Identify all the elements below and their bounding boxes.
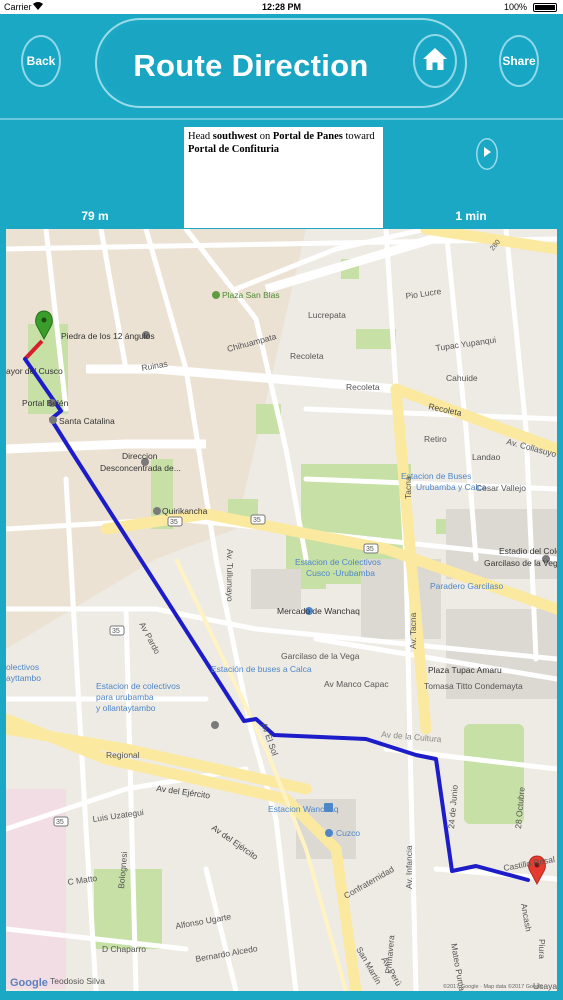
shield-35: 35 <box>170 519 178 526</box>
step-distance: 79 m <box>81 209 109 223</box>
page-title: Route Direction <box>133 48 369 83</box>
svg-text:Retiro: Retiro <box>424 434 447 444</box>
svg-text:Plaza Tupac Amaru: Plaza Tupac Amaru <box>428 665 502 675</box>
svg-text:Recoleta: Recoleta <box>346 382 380 392</box>
svg-text:Landao: Landao <box>472 452 501 462</box>
svg-text:Av Manco Capac: Av Manco Capac <box>324 679 389 689</box>
title-pill: Route Direction <box>95 18 467 108</box>
svg-text:Direccion: Direccion <box>122 451 158 461</box>
share-label: Share <box>502 54 536 68</box>
share-button[interactable]: Share <box>499 35 539 87</box>
svg-text:Estacion de colectivos: Estacion de colectivos <box>96 681 180 691</box>
direction-bar: 79 m Head southwest on Portal de Panes t… <box>0 118 563 229</box>
svg-text:Estacion Wanchaq: Estacion Wanchaq <box>268 804 339 814</box>
svg-text:D Chaparro: D Chaparro <box>102 944 146 954</box>
svg-text:Teodosio Silva: Teodosio Silva <box>50 976 105 986</box>
back-label: Back <box>26 54 56 68</box>
battery-percent: 100% <box>503 2 527 12</box>
svg-text:olectivos: olectivos <box>6 662 39 672</box>
header: Back Route Direction Share <box>0 14 563 118</box>
svg-text:Cesar Vallejo: Cesar Vallejo <box>476 483 526 493</box>
svg-text:Mercado de Wanchaq: Mercado de Wanchaq <box>277 606 360 616</box>
svg-text:Regional: Regional <box>106 750 140 760</box>
shield-35: 35 <box>112 628 120 635</box>
play-icon <box>482 145 492 163</box>
svg-text:Quirikancha: Quirikancha <box>162 506 208 516</box>
svg-text:y ollantaytambo: y ollantaytambo <box>96 703 156 713</box>
svg-text:Plaza San Blas: Plaza San Blas <box>222 290 280 300</box>
shield-35: 35 <box>56 819 64 826</box>
svg-text:Estadio del Colegio: Estadio del Colegio <box>499 546 557 556</box>
status-bar: Carrier 12:28 PM 100% <box>0 0 563 14</box>
direction-instruction: Head southwest on Portal de Panes toward… <box>184 127 383 228</box>
svg-text:Cusco -Urubamba: Cusco -Urubamba <box>306 568 375 578</box>
bottom-border <box>0 991 563 1000</box>
svg-text:Cuzco: Cuzco <box>336 828 360 838</box>
svg-text:ayttambo: ayttambo <box>6 673 41 683</box>
svg-text:Piura: Piura <box>537 939 547 959</box>
svg-text:Recoleta: Recoleta <box>290 351 324 361</box>
battery-icon <box>533 3 557 12</box>
next-step-button[interactable] <box>476 138 498 170</box>
svg-text:Lucrepata: Lucrepata <box>308 310 346 320</box>
svg-text:Garcilaso de la Vega: Garcilaso de la Vega <box>281 651 360 661</box>
shield-35: 35 <box>253 517 261 524</box>
back-button[interactable]: Back <box>21 35 61 87</box>
svg-text:Tacna: Tacna <box>403 476 413 499</box>
map-canvas: 35 35 35 35 35 280 Plaza San Blas Piedra… <box>6 229 557 991</box>
svg-text:Av. Infancia: Av. Infancia <box>404 845 414 889</box>
map-view[interactable]: 35 35 35 35 35 280 Plaza San Blas Piedra… <box>6 229 557 991</box>
svg-text:Desconcentrada de...: Desconcentrada de... <box>100 463 181 473</box>
map-copyright: ©2017 Google · Map data ©2017 Google <box>443 983 543 990</box>
home-button[interactable] <box>413 34 457 88</box>
svg-text:Estación de buses a Calca: Estación de buses a Calca <box>211 664 312 674</box>
svg-text:para urubamba: para urubamba <box>96 692 154 702</box>
svg-text:Av. Tacna: Av. Tacna <box>408 612 418 649</box>
shield-35: 35 <box>366 546 374 553</box>
svg-text:Estacion de Colectivos: Estacion de Colectivos <box>295 557 381 567</box>
svg-text:Paradero Garcilaso: Paradero Garcilaso <box>430 581 504 591</box>
status-time: 12:28 PM <box>261 2 302 12</box>
svg-text:Santa Catalina: Santa Catalina <box>59 416 115 426</box>
svg-text:Portal Belén: Portal Belén <box>22 398 69 408</box>
svg-text:Cahuide: Cahuide <box>446 373 478 383</box>
google-logo: Google <box>10 977 48 989</box>
svg-text:Garcilaso de la Vega: Garcilaso de la Vega <box>484 558 557 568</box>
step-duration: 1 min <box>455 209 487 223</box>
home-icon <box>422 46 448 77</box>
svg-text:Piedra de los 12 ángulos: Piedra de los 12 ángulos <box>61 331 155 341</box>
svg-text:Tomasa Titto Condemayta: Tomasa Titto Condemayta <box>424 681 523 691</box>
svg-text:ayor del Cusco: ayor del Cusco <box>6 366 63 376</box>
svg-text:Av. Tullumayo: Av. Tullumayo <box>225 549 235 602</box>
